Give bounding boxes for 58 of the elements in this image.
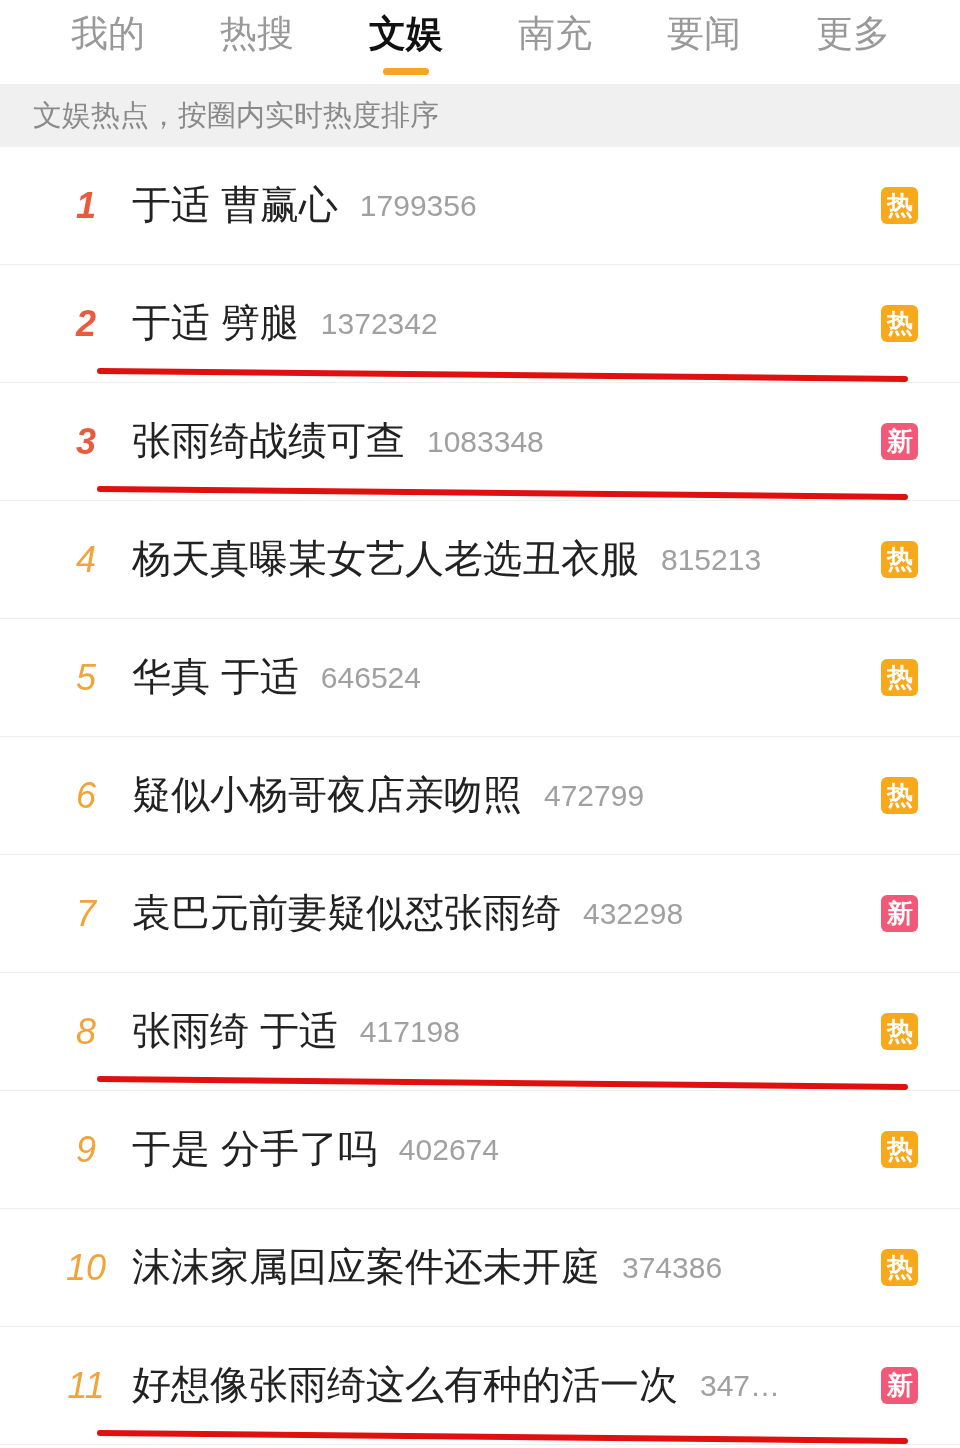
new-badge: 新 (881, 1367, 918, 1404)
topic-title: 杨天真曝某女艺人老选丑衣服 (132, 536, 639, 583)
active-tab-indicator (382, 68, 429, 75)
heat-count: 1083348 (427, 424, 544, 460)
rank-number: 7 (75, 891, 98, 936)
heat-count: 432298 (583, 896, 684, 932)
topic-title: 华真 于适 (132, 654, 299, 701)
hot-search-row[interactable]: 9 于是 分手了吗 402674 热 (0, 1091, 960, 1209)
hot-search-row[interactable]: 7 袁巴元前妻疑似怼张雨绮 432298 新 (0, 855, 960, 973)
hot-badge: 热 (881, 1249, 918, 1286)
hot-search-row[interactable]: 8 张雨绮 于适 417198 热 (0, 973, 960, 1091)
rank-number: 6 (75, 773, 97, 818)
heat-count: 417198 (359, 1014, 460, 1050)
hot-badge: 热 (881, 777, 918, 814)
topic-title: 张雨绮战绩可查 (132, 418, 405, 465)
section-subtitle: 文娱热点，按圈内实时热度排序 (33, 98, 439, 134)
heat-count: 815213 (661, 542, 762, 578)
heat-count: 347… (700, 1368, 781, 1404)
hot-badge: 热 (881, 187, 918, 224)
hot-badge: 热 (881, 659, 918, 696)
heat-count: 472799 (544, 778, 645, 814)
topic-title: 于是 分手了吗 (132, 1126, 377, 1173)
hot-search-row[interactable]: 6 疑似小杨哥夜店亲吻照 472799 热 (0, 737, 960, 855)
topic-title: 于适 曹赢心 (132, 182, 338, 229)
topic-title: 于适 劈腿 (132, 300, 299, 347)
tab[interactable]: 文娱 (331, 0, 480, 84)
rank-number: 4 (75, 537, 97, 582)
hot-search-row[interactable]: 4 杨天真曝某女艺人老选丑衣服 815213 热 (0, 501, 960, 619)
heat-count: 1799356 (359, 188, 477, 224)
hot-search-row[interactable]: 10 沫沫家属回应案件还未开庭 374386 热 (0, 1209, 960, 1327)
topic-title: 沫沫家属回应案件还未开庭 (132, 1244, 600, 1291)
rank-number: 9 (75, 1127, 97, 1172)
hot-search-row[interactable]: 2 于适 劈腿 1372342 热 (0, 265, 960, 383)
hot-badge: 热 (881, 1013, 918, 1050)
topic-title: 疑似小杨哥夜店亲吻照 (132, 772, 522, 819)
topic-title: 张雨绮 于适 (132, 1008, 338, 1055)
heat-count: 646524 (320, 660, 421, 696)
topic-title: 袁巴元前妻疑似怼张雨绮 (132, 890, 561, 937)
hot-badge: 热 (881, 541, 918, 578)
rank-number: 5 (75, 655, 97, 700)
rank-number: 3 (75, 419, 97, 464)
hot-search-row[interactable]: 11 好想像张雨绮这么有种的活一次 347… 新 (0, 1327, 960, 1445)
topic-title: 好想像张雨绮这么有种的活一次 (132, 1362, 678, 1409)
hot-search-row[interactable]: 3 张雨绮战绩可查 1083348 新 (0, 383, 960, 501)
hot-search-row[interactable]: 5 华真 于适 646524 热 (0, 619, 960, 737)
rank-number: 1 (75, 183, 97, 228)
hot-badge: 热 (881, 1131, 918, 1168)
heat-count: 374386 (622, 1250, 723, 1286)
heat-count: 1372342 (320, 306, 438, 342)
rank-number: 8 (75, 1009, 97, 1054)
hot-badge: 热 (881, 305, 918, 342)
new-badge: 新 (881, 895, 918, 932)
heat-count: 402674 (398, 1132, 499, 1168)
rank-number: 10 (64, 1245, 107, 1290)
new-badge: 新 (881, 423, 918, 460)
hot-search-row[interactable]: 1 于适 曹赢心 1799356 热 (0, 147, 960, 265)
rank-number: 2 (74, 301, 97, 346)
rank-number: 11 (66, 1363, 106, 1408)
